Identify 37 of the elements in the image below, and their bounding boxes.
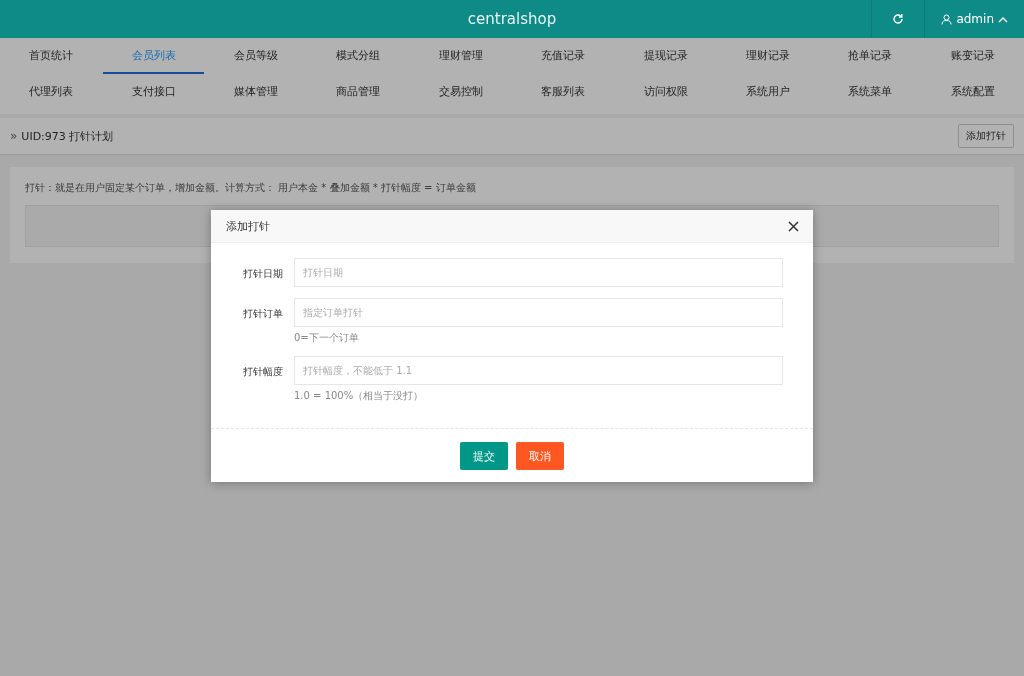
nav-tab[interactable]: 支付接口 xyxy=(103,74,204,110)
nav-tab[interactable]: 会员等级 xyxy=(205,38,307,74)
nav-tab[interactable]: 系统菜单 xyxy=(820,74,921,110)
nav-tab[interactable]: 客服列表 xyxy=(513,74,614,110)
nav-tab[interactable]: 账变记录 xyxy=(922,38,1023,74)
nav-tab[interactable]: 提现记录 xyxy=(615,38,716,74)
nav-tab[interactable]: 交易控制 xyxy=(410,74,511,110)
field-hint: 1.0 = 100%（相当于没打） xyxy=(294,389,425,403)
nav-tab[interactable]: 访问权限 xyxy=(615,74,716,110)
nav-tab[interactable]: 首页统计 xyxy=(1,38,102,74)
nav-tab[interactable]: 商品管理 xyxy=(308,74,409,110)
nav-tab[interactable]: 代理列表 xyxy=(1,74,102,110)
input-field[interactable]: 打针幅度，不能低于 1.1 xyxy=(294,356,783,385)
input-field[interactable]: 打针日期 xyxy=(294,258,783,287)
info-text: 打针：就是在用户固定某个订单，增加金额。计算方式： 用户本金 * 叠加金额 * 打针幅度 = 订单金额 xyxy=(25,181,477,195)
input-field[interactable]: 指定订单打针 xyxy=(294,298,783,327)
nav-tab[interactable]: 理财记录 xyxy=(717,38,819,74)
field-label: 打针订单 xyxy=(242,307,283,321)
user-icon xyxy=(941,13,953,25)
field-label: 打针日期 xyxy=(242,267,283,281)
nav-tab[interactable]: 理财管理 xyxy=(410,38,511,74)
field-label: 打针幅度 xyxy=(242,365,283,379)
nav-tab[interactable]: 系统配置 xyxy=(922,74,1023,110)
page-title: UID:973 打针计划 xyxy=(21,128,114,144)
close-icon[interactable] xyxy=(786,218,801,234)
add-button[interactable]: 添加打针 xyxy=(958,124,1014,148)
breadcrumb-arrow: » xyxy=(10,129,18,143)
caret-icon xyxy=(998,15,1008,23)
nav-tab[interactable]: 抢单记录 xyxy=(820,38,921,74)
nav-tab[interactable]: 模式分组 xyxy=(308,38,409,74)
nav-tab[interactable]: 系统用户 xyxy=(717,74,819,110)
field-hint: 0=下一个订单 xyxy=(294,331,360,345)
submit-button[interactable]: 提交 xyxy=(460,442,508,470)
nav-tab[interactable]: 媒体管理 xyxy=(205,74,307,110)
dialog-title: 添加打针 xyxy=(226,218,270,234)
nav-tab[interactable]: 充值记录 xyxy=(513,38,614,74)
app-title: centralshop xyxy=(467,10,557,28)
